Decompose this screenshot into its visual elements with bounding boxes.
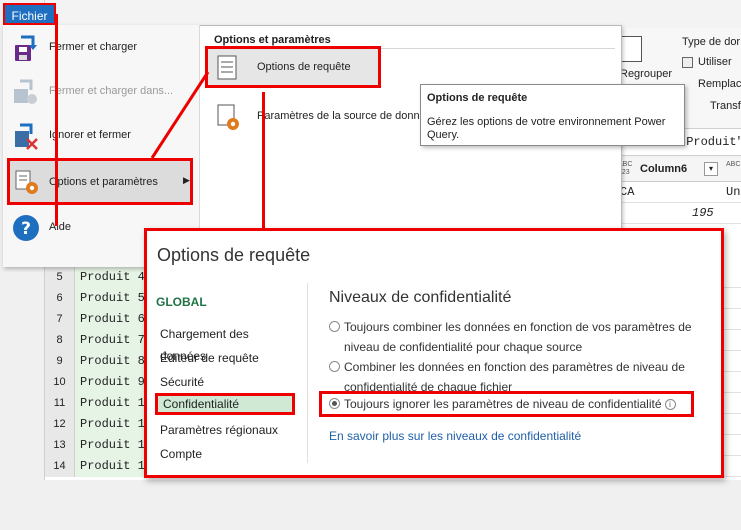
connector-line [262, 92, 265, 228]
data-source-settings-icon [215, 102, 241, 132]
row-number: 12 [45, 414, 75, 435]
options-gear-icon [12, 167, 42, 197]
svg-text:?: ? [21, 219, 31, 239]
close-and-load-icon [11, 33, 41, 63]
query-options-dialog: Options de requête GLOBAL Chargement des… [144, 228, 724, 478]
column-header-row: ABC 123 Column6 ▾ ABC [612, 158, 741, 182]
column-filter-icon[interactable]: ▾ [704, 162, 718, 176]
submenu-arrow-icon: ▶ [183, 175, 190, 185]
menu-item-label: Fermer et charger [49, 41, 138, 53]
column6-header[interactable]: Column6 [640, 163, 687, 175]
nav-heading-global: GLOBAL [156, 295, 207, 309]
radio-button[interactable] [329, 361, 340, 372]
data-type-label[interactable]: Type de dor [682, 36, 740, 48]
row-number: 6 [45, 288, 75, 309]
connector-diagonal [150, 70, 210, 160]
nav-item-privacy[interactable]: Confidentialité [155, 393, 295, 415]
connector-line [55, 14, 58, 226]
nav-item-security[interactable]: Sécurité [155, 371, 295, 393]
row-number: 10 [45, 372, 75, 393]
submenu-item-query-options[interactable]: Options de requête [205, 46, 381, 88]
transform-group-label: Transf [710, 100, 741, 112]
menu-item-label: Aide [49, 221, 72, 233]
row-number: 9 [45, 351, 75, 372]
status-area [0, 480, 741, 530]
row-number: 13 [45, 435, 75, 456]
group-button[interactable]: Regrouper [620, 68, 672, 80]
table-row: 195 [612, 203, 741, 224]
radio-button[interactable] [329, 321, 340, 332]
tooltip-title: Options de requête [427, 92, 528, 104]
row-number: 11 [45, 393, 75, 414]
discard-and-close-icon [11, 121, 41, 151]
row-number: 8 [45, 330, 75, 351]
replace-values-button[interactable]: Remplac [698, 78, 741, 90]
cell-un: Un [726, 185, 741, 199]
help-icon: ? [11, 213, 41, 243]
section-title: Niveaux de confidentialité [329, 289, 512, 306]
use-row-icon [682, 57, 693, 68]
close-and-load-to-icon [11, 77, 41, 107]
row-number: 14 [45, 456, 75, 477]
cell-ca: CA [620, 185, 635, 199]
radio-button-selected[interactable] [329, 398, 340, 409]
learn-more-link[interactable]: En savoir plus sur les niveaux de confid… [329, 429, 581, 443]
radio-always-ignore[interactable]: Toujours ignorer les paramètres de nivea… [319, 391, 694, 417]
radio-label: Toujours ignorer les paramètres de nivea… [344, 397, 662, 411]
radio-label: Toujours combiner les données en fonctio… [344, 320, 692, 354]
tooltip-query-options: Options de requête Gérez les options de … [420, 84, 685, 146]
tab-fichier[interactable]: Fichier [3, 3, 56, 25]
submenu-item-label: Paramètres de la source de données [257, 110, 425, 122]
menu-item-close-and-load[interactable]: Fermer et charger [7, 27, 197, 69]
menu-item-label: Ignorer et fermer [49, 129, 131, 141]
tooltip-text: Gérez les options de votre environnement… [427, 116, 666, 141]
radio-always-combine[interactable]: Toujours combiner les données en fonctio… [329, 317, 709, 357]
nav-item-account[interactable]: Compte [155, 443, 295, 465]
info-icon[interactable]: i [664, 399, 676, 411]
cell-195: 195 [692, 206, 714, 220]
radio-label-row: Toujours ignorer les paramètres de nivea… [329, 394, 691, 414]
menu-item-label: Options et paramètres [49, 176, 158, 188]
query-options-icon [215, 53, 241, 83]
dialog-separator [307, 283, 308, 463]
use-first-row-button[interactable]: Utiliser [698, 56, 732, 68]
group-icon[interactable] [620, 36, 642, 62]
table-row: CA Un [612, 182, 741, 203]
row-number: 5 [45, 267, 75, 288]
dialog-title: Options de requête [157, 245, 311, 265]
row-number: 7 [45, 309, 75, 330]
column7-header[interactable]: ABC [726, 161, 740, 168]
nav-item-regional-settings[interactable]: Paramètres régionaux [155, 419, 295, 441]
menu-item-options-and-settings[interactable]: Options et paramètres ▶ [7, 158, 193, 205]
submenu-item-label: Options de requête [257, 61, 351, 73]
nav-item-data-loading[interactable]: Chargement des données [155, 323, 295, 363]
nav-item-query-editor[interactable]: Éditeur de requête [155, 347, 295, 369]
